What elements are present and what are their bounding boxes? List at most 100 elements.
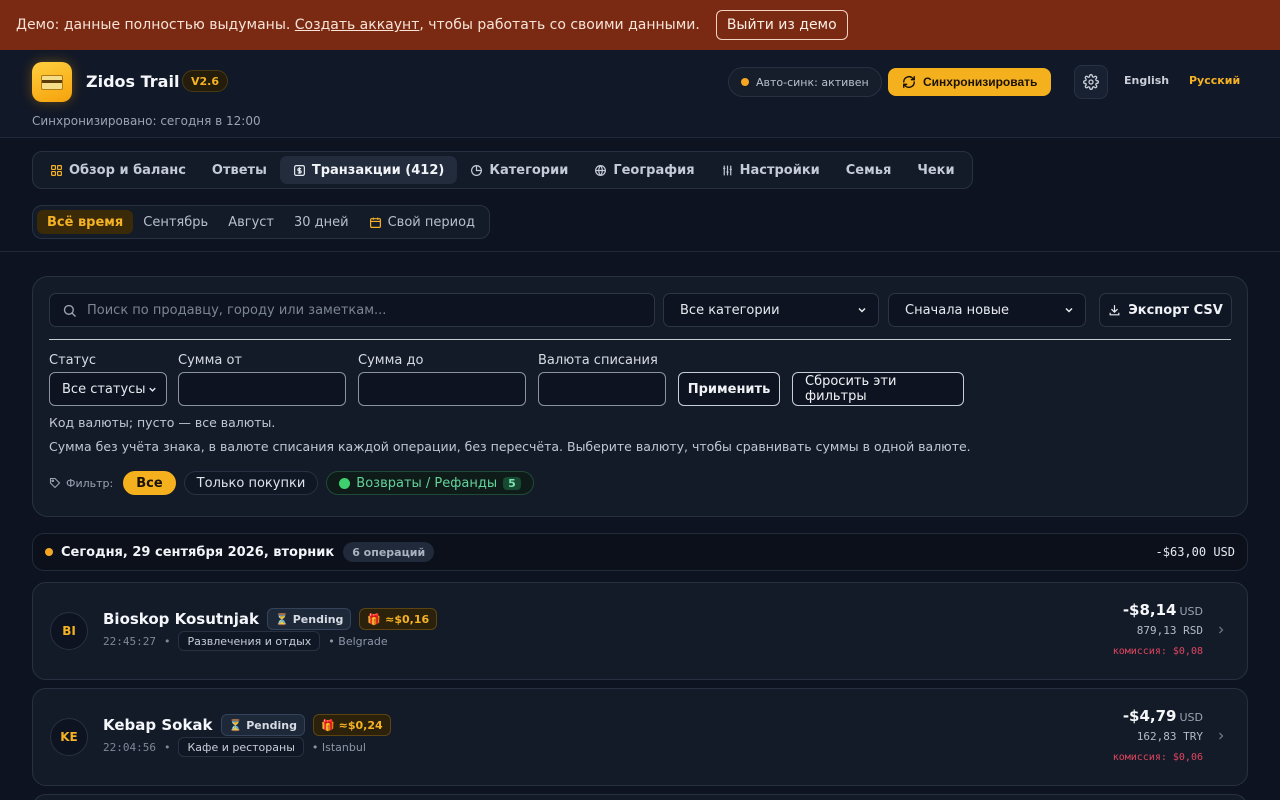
chevron-down-icon [149,387,156,392]
period-custom-label: Свой период [387,214,476,230]
transaction-amount: -$8,14 USD [1123,601,1203,619]
export-label: Экспорт CSV [1128,302,1223,318]
tab-geography[interactable]: География [581,156,707,184]
day-count-badge: 6 операций [343,542,435,562]
demo-banner-text: Демо: данные полностью выдуманы. Создать… [16,17,700,33]
chevron-down-icon [1065,307,1073,313]
category-tag: Развлечения и отдых [178,631,321,651]
language-russian[interactable]: Русский [1189,74,1240,87]
chip-refunds[interactable]: Возвраты / Рефанды 5 [326,471,534,495]
amount-from-input[interactable] [178,372,346,406]
category-select-value: Все категории [680,302,780,318]
gear-icon [1083,74,1099,90]
currency-label: Валюта списания [538,353,658,368]
chevron-down-icon [858,307,866,313]
amount-to-input[interactable] [358,372,526,406]
fee-amount: комиссия: $0,06 [1112,752,1203,763]
currency-input[interactable] [538,372,666,406]
day-total: -$63,00 USD [1155,545,1235,559]
globe-icon [595,164,607,176]
tab-overview[interactable]: Обзор и баланс [37,156,199,184]
original-amount: 162,83 TRY [1136,730,1203,743]
amount-hint: Сумма без учёта знака, в валюте списания… [49,439,971,454]
settings-button[interactable] [1074,65,1108,99]
period-custom[interactable]: Свой период [359,210,485,234]
pie-icon [471,164,483,176]
tab-settings[interactable]: Настройки [708,156,833,184]
sync-button[interactable]: Синхронизировать [888,68,1052,96]
refunds-count-badge: 5 [503,476,521,490]
search-icon [63,304,76,317]
filter-label: Фильтр: [49,477,113,490]
period-all-time[interactable]: Всё время [37,210,134,234]
tab-label: Транзакции (412) [311,162,445,178]
status-label: Статус [49,353,97,368]
search-input[interactable] [87,302,627,318]
reset-filters-button[interactable]: Сбросить эти фильтры [792,372,964,406]
tab-label: Категории [489,162,569,178]
filter-divider [49,339,1231,340]
tab-label: Настройки [739,162,820,178]
cashback-badge: 🎁 ≈$0,16 [359,608,438,630]
app-title: Zidos Trail [86,72,180,91]
status-select-value: Все статусы [62,381,146,397]
transaction-city: • Istanbul [311,740,366,754]
status-select[interactable]: Все статусы [49,372,167,406]
download-icon [1109,304,1120,315]
demo-banner: Демо: данные полностью выдуманы. Создать… [0,0,1280,50]
apply-button[interactable]: Применить [678,372,780,406]
chip-all[interactable]: Все [123,471,176,495]
tab-label: Семья [845,162,892,178]
main-tabs: Обзор и баланс Ответы Транзакции (412) К… [32,151,973,189]
period-august[interactable]: Август [218,210,284,234]
exit-demo-button[interactable]: Выйти из демо [715,10,848,40]
amount-value: -$4,79 [1122,707,1177,725]
tab-family[interactable]: Семья [833,156,905,184]
chevron-right-icon [1219,626,1224,634]
quick-filter-chips: Фильтр: Все Только покупки Возвраты / Ре… [49,471,534,495]
sort-select[interactable]: Сначала новые [888,293,1086,327]
period-september[interactable]: Сентябрь [133,210,218,234]
chip-purchases-only[interactable]: Только покупки [183,471,319,495]
merchant-avatar: KE [50,718,88,756]
app-logo [32,62,72,102]
period-selector: Всё время Сентябрь Август 30 дней Свой п… [32,205,491,239]
transaction-row[interactable]: KE Kebap Sokak ⏳ Pending 🎁 ≈$0,24 22:04:56… [32,688,1248,786]
merchant-name: Bioskop Kosutnjak [103,610,260,628]
transaction-meta: 22:45:27 • Развлечения и отдых • Belgrad… [103,631,388,651]
fee-amount: комиссия: $0,08 [1112,646,1203,657]
tab-receipts[interactable]: Чеки [904,156,967,184]
transaction-time: 22:45:27 [103,634,156,648]
gift-icon: 🎁 [320,718,335,732]
status-badge: ⏳ Pending [267,608,352,630]
create-account-link[interactable]: Создать аккаунт [295,17,420,33]
export-csv-button[interactable]: Экспорт CSV [1099,293,1232,327]
app-header: Zidos Trail V2.6 Синхронизировано: сегод… [0,50,1280,138]
meta-separator: • [163,634,171,648]
tab-transactions[interactable]: Транзакции (412) [279,156,458,184]
search-box [49,293,655,327]
period-30-days[interactable]: 30 дней [284,210,359,234]
filter-panel: Все категории Сначала новые Экспорт CSV … [32,276,1248,517]
language-english[interactable]: English [1124,74,1169,87]
transaction-row[interactable]: BI Bioskop Kosutnjak ⏳ Pending 🎁 ≈$0,16 22… [32,582,1248,680]
status-badge: ⏳ Pending [220,714,305,736]
sort-select-value: Сначала новые [905,302,1009,318]
green-circle-icon [339,477,351,489]
tag-icon [49,477,61,489]
cashback-badge: 🎁 ≈$0,24 [312,714,391,736]
amount-from-label: Сумма от [178,353,243,368]
tab-categories[interactable]: Категории [457,156,581,184]
tab-label: Чеки [917,162,955,178]
hourglass-icon: ⏳ [228,718,243,732]
category-select[interactable]: Все категории [663,293,879,327]
day-header: Сегодня, 29 сентября 2026, вторник 6 опе… [32,533,1248,571]
transaction-meta: 22:04:56 • Кафе и рестораны • Istanbul [103,737,366,757]
original-amount: 879,13 RSD [1136,624,1203,637]
dollar-icon [293,164,305,176]
merchant-name: Kebap Sokak [103,716,213,734]
chip-refunds-label: Возвраты / Рефанды [356,475,498,491]
amount-value: -$8,14 [1122,601,1177,619]
version-badge: V2.6 [182,70,228,92]
tab-answers[interactable]: Ответы [199,156,280,184]
